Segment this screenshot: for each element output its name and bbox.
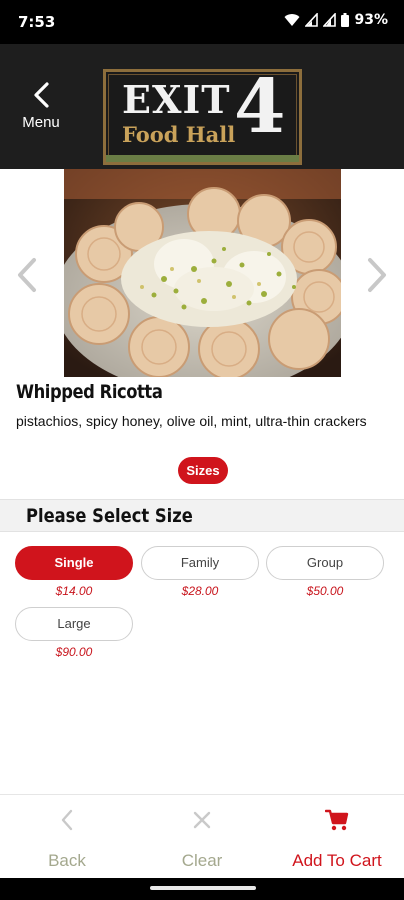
logo-stripe	[106, 155, 299, 162]
logo-number: 4	[234, 64, 286, 150]
size-option-family[interactable]: Family $28.00	[141, 546, 259, 598]
signal-icon	[323, 13, 337, 27]
product-title: Whipped Ricotta	[16, 381, 163, 403]
close-icon	[135, 809, 269, 831]
back-button[interactable]: Back	[0, 795, 134, 879]
chevron-left-icon	[0, 809, 134, 831]
product-image-carousel	[0, 169, 404, 379]
clear-label: Clear	[181, 851, 223, 870]
menu-label: Menu	[22, 114, 60, 131]
next-image-button[interactable]	[364, 257, 390, 293]
size-button[interactable]: Single	[15, 546, 133, 580]
size-button[interactable]: Group	[266, 546, 384, 580]
exit4-logo: EXIT 4 Food Hall	[103, 69, 302, 165]
clear-button[interactable]: Clear	[135, 795, 269, 879]
size-option-group[interactable]: Group $50.00	[266, 546, 384, 598]
size-section-title: Please Select Size	[26, 505, 193, 527]
status-bar: 7:53 93%	[0, 0, 404, 44]
add-to-cart-label: Add To Cart	[292, 851, 382, 870]
size-price: $50.00	[306, 584, 344, 598]
chevron-left-icon	[14, 82, 68, 108]
size-price: $28.00	[181, 584, 219, 598]
cart-icon	[270, 809, 404, 831]
product-description: pistachios, spicy honey, olive oil, mint…	[16, 413, 367, 429]
add-to-cart-button[interactable]: Add To Cart	[270, 795, 404, 879]
menu-button[interactable]: Menu	[14, 82, 68, 138]
size-button[interactable]: Large	[15, 607, 133, 641]
bottom-action-bar: Back Clear Add To Cart	[0, 794, 404, 878]
sizes-button[interactable]: Sizes	[178, 457, 228, 484]
battery-percent: 93%	[354, 12, 388, 28]
system-gesture-bar	[0, 878, 404, 900]
back-label: Back	[48, 851, 86, 870]
size-option-single[interactable]: Single $14.00	[15, 546, 133, 598]
logo-subtitle: Food Hall	[122, 122, 236, 147]
size-button[interactable]: Family	[141, 546, 259, 580]
status-icons: 93%	[284, 12, 388, 28]
app-header: Menu EXIT 4 Food Hall	[0, 44, 404, 169]
signal-icon	[305, 13, 319, 27]
status-time: 7:53	[18, 13, 56, 31]
size-price: $90.00	[55, 645, 93, 659]
battery-icon	[341, 13, 350, 27]
size-price: $14.00	[55, 584, 93, 598]
previous-image-button[interactable]	[14, 257, 40, 293]
size-section-header: Please Select Size	[0, 499, 404, 532]
product-photo	[64, 169, 341, 377]
size-option-large[interactable]: Large $90.00	[15, 607, 133, 659]
logo-word: EXIT	[122, 77, 231, 122]
home-gesture-handle[interactable]	[150, 886, 256, 890]
wifi-icon	[284, 13, 300, 27]
